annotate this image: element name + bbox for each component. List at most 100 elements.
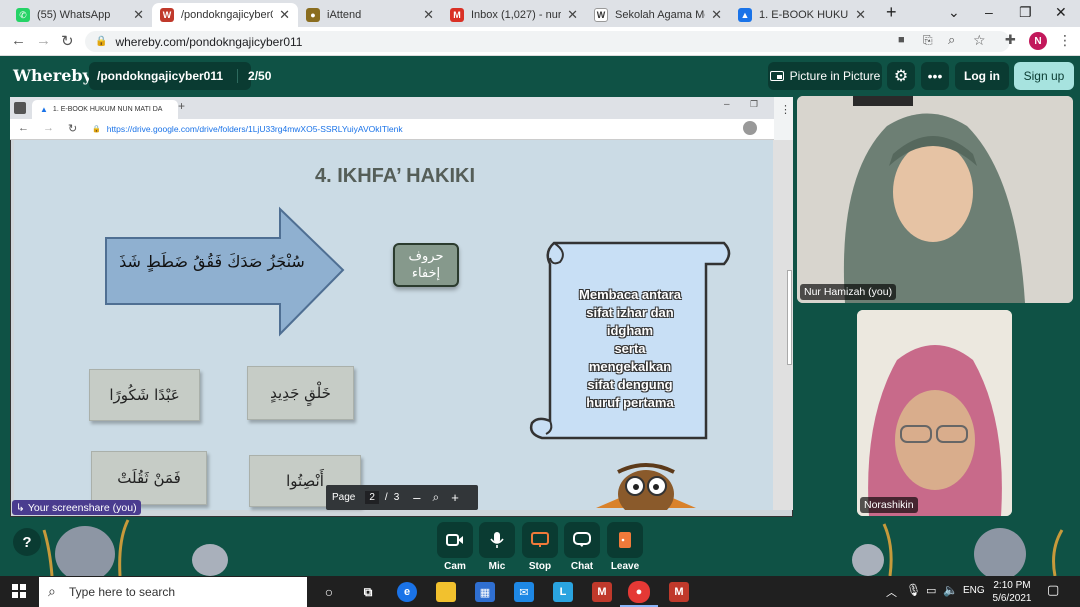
taskbar-clock[interactable]: 2:10 PM 5/6/2021 (984, 579, 1040, 605)
cortana-icon[interactable]: ○ (319, 582, 339, 602)
shared-address-bar: ← → ↻ 🔒 https://drive.google.com/drive/f… (10, 119, 793, 140)
chrome-icon[interactable]: ● (628, 581, 650, 603)
minimize-button[interactable]: – (985, 4, 993, 20)
close-icon[interactable]: ✕ (855, 7, 866, 23)
new-tab-icon: + (178, 99, 186, 113)
edge-icon[interactable]: e (397, 582, 417, 602)
mcafee-icon[interactable]: M (592, 582, 612, 602)
camera-in-use-icon[interactable]: ■ (898, 34, 905, 46)
stop-share-button[interactable] (522, 522, 558, 558)
leave-button[interactable] (607, 522, 643, 558)
shared-scrollbar (773, 140, 793, 510)
file-explorer-icon[interactable] (436, 582, 456, 602)
example-card: فَمَنْ ثَقُلَتْ (91, 451, 207, 505)
browser-tab-drive[interactable]: ▲ 1. E-BOOK HUKUM NUN MATI✕ (730, 3, 874, 27)
gmail-icon: M (450, 8, 464, 22)
l-app-icon[interactable]: L (553, 582, 573, 602)
owl-mascot (596, 463, 696, 510)
forward-icon: → (43, 122, 54, 134)
mcafee-security-icon[interactable]: M (669, 582, 689, 602)
windows-start-icon[interactable] (12, 584, 26, 601)
extensions-icon[interactable]: ✚ (1005, 32, 1016, 48)
volume-icon[interactable]: 🔈 (943, 583, 958, 597)
reload-icon[interactable]: ↻ (61, 32, 74, 50)
login-button[interactable]: Log in (955, 62, 1009, 90)
store-icon[interactable]: ▦ (475, 582, 495, 602)
search-icon: ⌕ (48, 583, 56, 599)
zoom-in-icon[interactable]: + (451, 490, 459, 505)
browser-tab-whatsapp[interactable]: ✆ (55) WhatsApp ✕ (8, 3, 152, 27)
shared-url: 🔒 https://drive.google.com/drive/folders… (92, 124, 403, 134)
browser-tab-iattend[interactable]: ● iAttend ✕ (298, 3, 442, 27)
participant-count: 2/50 (237, 69, 271, 83)
participant-tile-norashikin[interactable]: Norashikin (857, 310, 1012, 516)
microphone-icon (490, 532, 504, 548)
browser-tab-whereby[interactable]: W /pondokngajicyber011✕ (152, 3, 298, 27)
help-button[interactable]: ? (13, 528, 41, 556)
tab-search-icon[interactable]: ⌄ (948, 4, 960, 21)
tab-actions-icon (14, 102, 26, 114)
mail-icon[interactable]: ✉ (514, 582, 534, 602)
lock-icon: 🔒 (95, 36, 108, 47)
mic-button[interactable] (479, 522, 515, 558)
gear-icon: ⚙ (893, 68, 909, 85)
taskbar-search-box[interactable]: ⌕ Type here to search (39, 577, 307, 607)
back-icon[interactable]: ← (11, 32, 26, 49)
signup-button[interactable]: Sign up (1014, 62, 1074, 90)
minimize-icon: – (724, 99, 730, 110)
drive-icon: ▲ (40, 105, 48, 114)
microphone-tray-icon[interactable]: 🎙 (906, 583, 921, 597)
page-current[interactable]: 2 (365, 491, 379, 504)
chat-button[interactable] (564, 522, 600, 558)
notification-icon[interactable]: ▢ (1047, 582, 1059, 598)
pdf-page-controls[interactable]: Page 2 / 3 – ⌕ + (326, 485, 478, 510)
profile-avatar[interactable]: N (1029, 32, 1047, 50)
whereby-logo[interactable]: Whereby (13, 66, 92, 85)
more-icon: ••• (927, 68, 943, 84)
close-icon[interactable]: ✕ (711, 7, 722, 23)
shared-browser-tabs: ▲ 1. E-BOOK HUKUM NUN MATI DA + – ❐ (10, 97, 793, 119)
settings-button[interactable]: ⚙ (887, 62, 915, 90)
scroll-description: Membaca antara sifat izhar dan idgham se… (579, 287, 681, 410)
close-icon[interactable]: ✕ (133, 7, 144, 23)
leave-label: Leave (610, 561, 640, 572)
lock-icon: 🔒 (92, 126, 101, 133)
task-view-icon[interactable]: ⧉ (358, 582, 378, 602)
forward-icon[interactable]: → (36, 32, 51, 49)
room-name-chip[interactable]: /pondokngajicyber011 2/50 (89, 62, 271, 90)
chat-icon (573, 532, 591, 547)
new-tab-button[interactable]: + (886, 2, 897, 23)
menu-icon[interactable]: ⋮ (1058, 32, 1072, 49)
hidden-icons-chevron-icon[interactable]: ︿ (886, 584, 897, 600)
stop-share-icon (531, 532, 549, 547)
drive-icon: ▲ (738, 8, 752, 22)
install-app-icon[interactable]: ⎘ (923, 33, 933, 48)
cam-button[interactable] (437, 522, 473, 558)
battery-icon[interactable]: ▭ (926, 584, 936, 597)
scrollbar-thumb (787, 270, 792, 365)
close-icon[interactable]: ✕ (279, 7, 290, 23)
close-icon[interactable]: ✕ (423, 7, 434, 23)
leave-icon (619, 532, 631, 548)
browser-tab-wikipedia[interactable]: W Sekolah Agama Menengah✕ (586, 3, 730, 27)
maximize-button[interactable]: ❐ (1019, 4, 1032, 21)
bookmark-star-icon[interactable]: ☆ (973, 32, 986, 49)
slide-title: 4. IKHFA’ HAKIKI (314, 165, 476, 187)
zoom-icon[interactable]: ⌕ (948, 32, 955, 48)
page-label: Page (332, 492, 356, 503)
participant-name: Nur Hamizah (you) (800, 284, 897, 300)
shared-tab-drive: ▲ 1. E-BOOK HUKUM NUN MATI DA (32, 100, 178, 119)
page-total: 3 (393, 492, 400, 503)
address-bar[interactable]: 🔒 whereby.com/pondokngajicyber011 (85, 31, 1010, 52)
picture-in-picture-button[interactable]: Picture in Picture (768, 62, 882, 90)
close-icon[interactable]: ✕ (567, 7, 578, 23)
close-window-button[interactable]: ✕ (1055, 4, 1067, 21)
language-indicator[interactable]: ENG (963, 585, 985, 596)
menu-icon: ⋮ (780, 104, 791, 116)
wikipedia-icon: W (594, 8, 608, 22)
browser-tab-gmail[interactable]: M Inbox (1,027) - nurhamizah✕ (442, 3, 586, 27)
more-options-button[interactable]: ••• (921, 62, 949, 90)
zoom-search-icon[interactable]: ⌕ (433, 490, 440, 505)
participant-tile-self[interactable]: Nur Hamizah (you) (797, 96, 1073, 303)
zoom-out-icon[interactable]: – (413, 490, 420, 505)
